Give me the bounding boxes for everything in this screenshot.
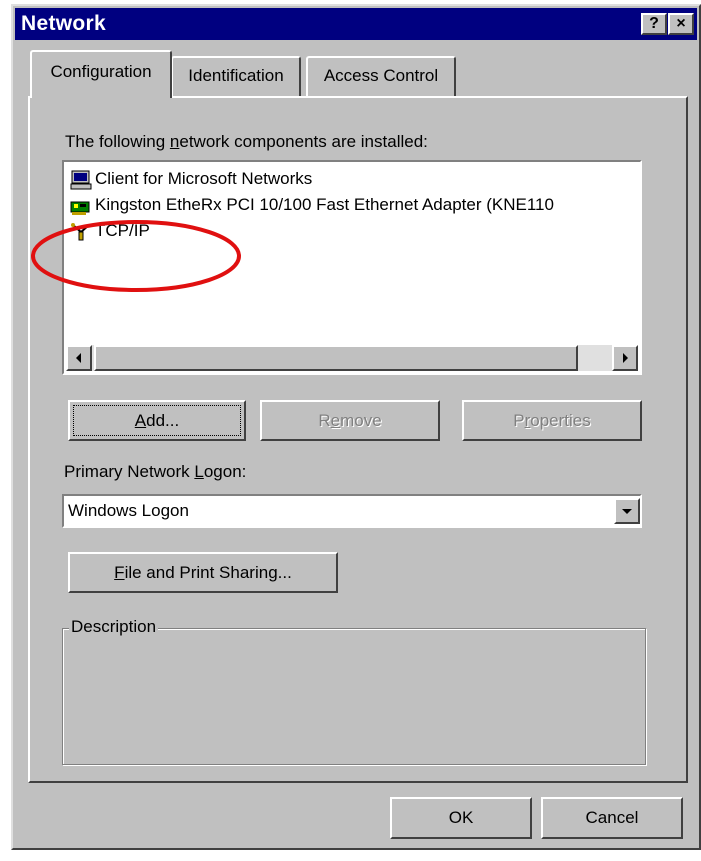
add-button[interactable]: Add... bbox=[68, 400, 246, 441]
properties-button[interactable]: Properties bbox=[462, 400, 642, 441]
annotation-circle bbox=[31, 220, 241, 292]
scroll-thumb[interactable] bbox=[94, 345, 578, 371]
scroll-left-button[interactable] bbox=[66, 345, 92, 371]
tab-identification[interactable]: Identification bbox=[171, 56, 301, 96]
components-label: The following network components are ins… bbox=[65, 132, 428, 151]
logon-select[interactable]: Windows Logon bbox=[62, 494, 642, 528]
configuration-panel: The following network components are ins… bbox=[28, 96, 688, 783]
dropdown-arrow-icon[interactable] bbox=[614, 498, 640, 524]
remove-button[interactable]: Remove bbox=[260, 400, 440, 441]
list-item-client[interactable]: Client for Microsoft Networks bbox=[70, 166, 312, 192]
close-button[interactable]: × bbox=[668, 13, 694, 35]
description-group: Description bbox=[62, 617, 646, 765]
title-bar[interactable]: Network ? × bbox=[15, 8, 697, 40]
scroll-right-button[interactable] bbox=[612, 345, 638, 371]
help-button[interactable]: ? bbox=[641, 13, 667, 35]
network-adapter-icon bbox=[70, 196, 92, 216]
list-item-adapter[interactable]: Kingston EtheRx PCI 10/100 Fast Ethernet… bbox=[70, 192, 554, 218]
cancel-button[interactable]: Cancel bbox=[541, 797, 683, 839]
logon-select-value: Windows Logon bbox=[68, 501, 189, 520]
logon-label: Primary Network Logon: bbox=[64, 462, 247, 481]
horizontal-scrollbar[interactable] bbox=[66, 345, 638, 371]
tab-configuration[interactable]: Configuration bbox=[30, 50, 172, 98]
description-label: Description bbox=[69, 617, 159, 637]
tab-access-control[interactable]: Access Control bbox=[306, 56, 456, 96]
window-title: Network bbox=[21, 12, 106, 35]
ok-button[interactable]: OK bbox=[390, 797, 532, 839]
computer-icon bbox=[70, 170, 92, 190]
file-print-sharing-button[interactable]: File and Print Sharing... bbox=[68, 552, 338, 593]
